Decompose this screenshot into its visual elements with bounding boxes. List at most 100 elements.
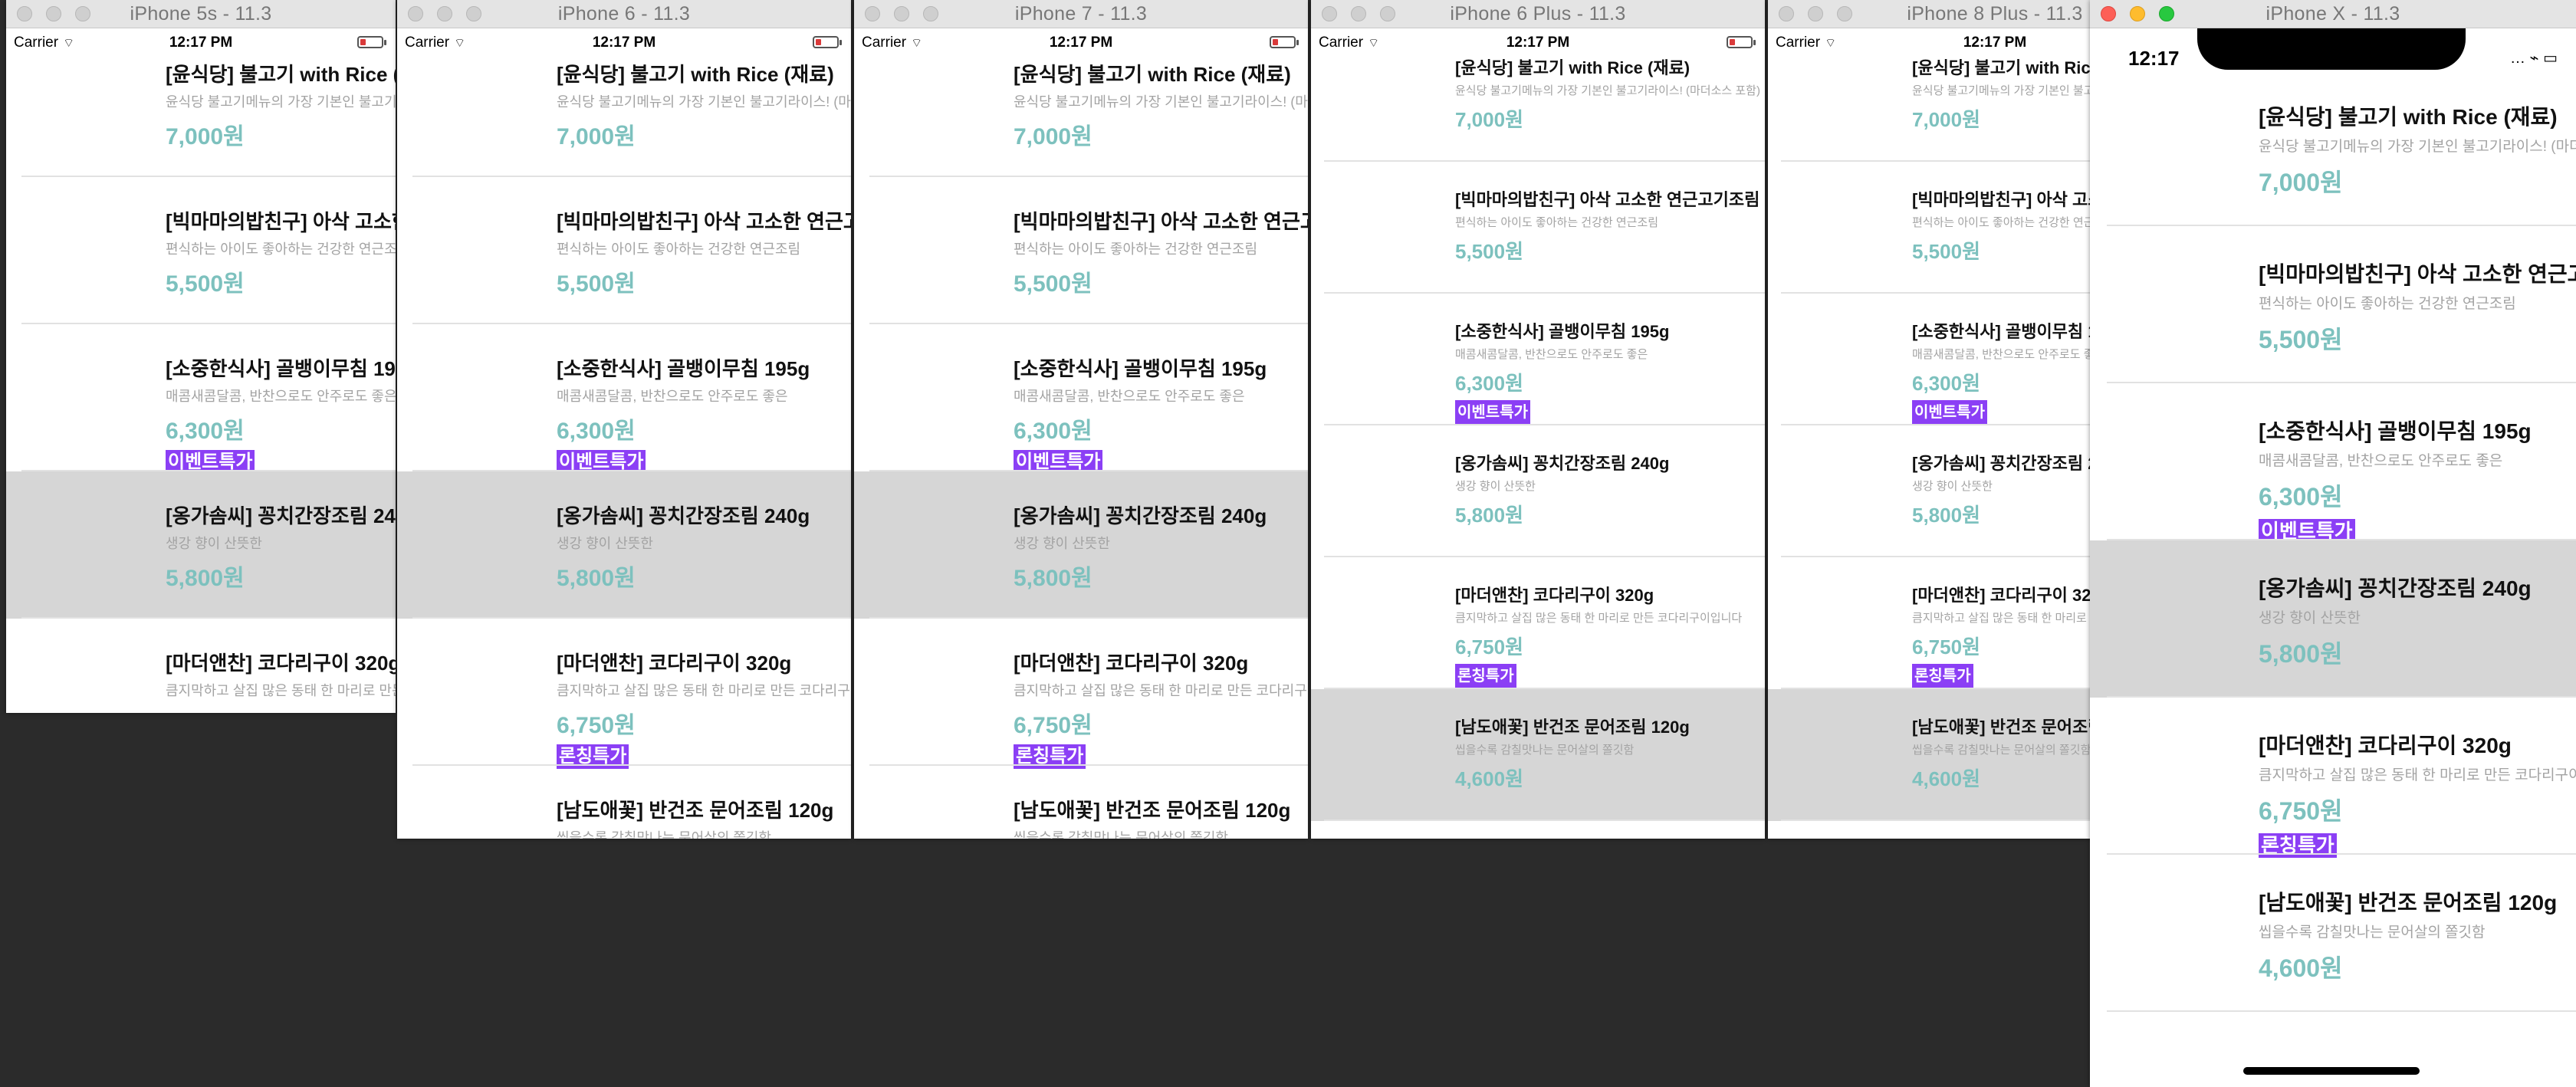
product-description: 매콤새콤달콤, 반찬으로도 안주로도 좋은	[557, 389, 788, 404]
table-row[interactable]: [윤식당] 불고기 with Rice (재료) 윤식당 불고기메뉴의 가장 기본…	[854, 30, 1308, 177]
table-row[interactable]: [윤식당] 불고기 with Rice (재료) 윤식당 불고기메뉴의 가장 기본…	[2090, 69, 2576, 226]
product-description: 씹을수록 감칠맛나는 문어살의 쫄깃함	[557, 830, 771, 839]
table-row[interactable]: [빅마마의밥친구] 아삭 고소한 연근고기조림 250g 편식하는 아이도 좋아하…	[1311, 162, 1765, 294]
product-table[interactable]: [윤식당] 불고기 with Rice (재료) 윤식당 불고기메뉴의 가장 기본…	[854, 59, 1308, 839]
table-row[interactable]: [옹가솜씨] 꽁치간장조림 240g 생강 향이 산뜻한 5,800원	[6, 471, 396, 619]
product-title: [빅마마의밥친구] 아삭 고소한 연근고기조림 250g	[166, 210, 396, 233]
table-row[interactable]: [옹가솜씨] 꽁치간장조림 240g 생강 향이 산뜻한 5,800원	[2090, 540, 2576, 698]
product-description: 매콤새콤달콤, 반찬으로도 안주로도 좋은	[1455, 348, 1648, 361]
table-row[interactable]: [소중한식사] 골뱅이무침 195g 매콤새콤달콤, 반찬으로도 안주로도 좋은 6…	[397, 324, 851, 475]
product-description: 생강 향이 산뜻한	[166, 536, 262, 551]
close-window-button[interactable]	[1779, 6, 1794, 21]
traffic-lights	[2101, 6, 2174, 21]
product-price: 6,750원	[166, 706, 245, 713]
table-row[interactable]: [마더앤찬] 코다리구이 320g 큼지막하고 살집 많은 동태 한 마리로 만든…	[397, 619, 851, 769]
product-price: 5,800원	[1912, 504, 1980, 527]
product-table[interactable]: [윤식당] 불고기 with Rice (재료) 윤식당 불고기메뉴의 가장 기본…	[397, 59, 851, 839]
table-row[interactable]: [윤식당] 불고기 with Rice (재료) 윤식당 불고기메뉴의 가장 기본…	[6, 30, 396, 177]
product-title: [윤식당] 불고기 with Rice (재료)	[166, 63, 396, 86]
product-table[interactable]: [윤식당] 불고기 with Rice (재료) 윤식당 불고기메뉴의 가장 기본…	[6, 59, 396, 713]
table-row[interactable]: [마더앤찬] 코다리구이 320g 큼지막하고 살집 많은 동태 한 마리로 만든…	[6, 619, 396, 713]
product-price: 5,800원	[557, 566, 636, 591]
window-titlebar[interactable]: iPhone 6 Plus - 11.3	[1311, 0, 1765, 28]
window-titlebar[interactable]: iPhone 6 - 11.3	[397, 0, 851, 28]
promo-badge: 이벤트특가	[1912, 400, 1987, 425]
product-price: 6,300원	[1455, 372, 1523, 395]
zoom-window-button[interactable]	[923, 6, 938, 21]
product-title: [옹가솜씨] 꽁치간장조림 240g	[1455, 454, 1670, 473]
product-title: [마더앤찬] 코다리구이 320g	[2259, 734, 2512, 757]
table-row[interactable]: [소중한식사] 골뱅이무침 195g 매콤새콤달콤, 반찬으로도 안주로도 좋은 6…	[2090, 383, 2576, 544]
simulator-window[interactable]: iPhone X - 11.3 12:17 … ⌁ ▭ [윤식당] 불고기 with …	[2090, 0, 2576, 1087]
traffic-lights	[865, 6, 938, 21]
minimize-window-button[interactable]	[894, 6, 909, 21]
minimize-window-button[interactable]	[46, 6, 61, 21]
product-description: 매콤새콤달콤, 반찬으로도 안주로도 좋은	[166, 389, 396, 404]
product-title: [소중한식사] 골뱅이무침 195g	[1014, 357, 1267, 380]
product-description: 편식하는 아이도 좋아하는 건강한 연근조림	[557, 241, 801, 257]
window-titlebar[interactable]: iPhone 7 - 11.3	[854, 0, 1308, 28]
minimize-window-button[interactable]	[2130, 6, 2145, 21]
table-row[interactable]: [빅마마의밥친구] 아삭 고소한 연근고기조림 250g 편식하는 아이도 좋아하…	[6, 177, 396, 324]
zoom-window-button[interactable]	[75, 6, 90, 21]
row-separator	[1324, 819, 1765, 821]
table-row[interactable]: [남도애꽃] 반건조 문어조림 120g씹을수록 감칠맛나는 문어살의 쫄깃함4…	[2090, 855, 2576, 1012]
table-row[interactable]: [소중한식사] 골뱅이무침 195g 매콤새콤달콤, 반찬으로도 안주로도 좋은 6…	[1311, 294, 1765, 425]
table-row[interactable]: [빅마마의밥친구] 아삭 고소한 연근고기조림 250g 편식하는 아이도 좋아하…	[854, 177, 1308, 324]
product-price: 5,500원	[2259, 326, 2343, 353]
zoom-window-button[interactable]	[1380, 6, 1395, 21]
close-window-button[interactable]	[2101, 6, 2116, 21]
product-price: 7,000원	[166, 124, 245, 149]
product-price: 5,800원	[2259, 640, 2343, 668]
table-row[interactable]: [남도애꽃] 반건조 문어조림 120g씹을수록 감칠맛나는 문어살의 쫄깃함4…	[1311, 689, 1765, 821]
window-title: iPhone X - 11.3	[2266, 2, 2400, 25]
minimize-window-button[interactable]	[1808, 6, 1823, 21]
table-row[interactable]: [남도애꽃] 반건조 문어조림 120g씹을수록 감칠맛나는 문어살의 쫄깃함4…	[854, 766, 1308, 839]
notch	[2197, 28, 2466, 70]
product-description: 큼지막하고 살집 많은 동태 한 마리로 만든 코다리구이입니다	[557, 683, 851, 698]
zoom-window-button[interactable]	[1837, 6, 1852, 21]
simulator-window[interactable]: iPhone 7 - 11.3 Carrier ⌔ 12:17 PM [윤식당] 불고기…	[854, 0, 1308, 839]
close-window-button[interactable]	[865, 6, 880, 21]
table-row[interactable]: [마더앤찬] 코다리구이 320g 큼지막하고 살집 많은 동태 한 마리로 만든…	[2090, 698, 2576, 858]
product-description: 생강 향이 산뜻한	[2259, 610, 2361, 626]
product-price: 7,000원	[1455, 108, 1523, 131]
close-window-button[interactable]	[408, 6, 423, 21]
close-window-button[interactable]	[1322, 6, 1337, 21]
product-title: [소중한식사] 골뱅이무침 195g	[166, 357, 396, 380]
product-table[interactable]: [윤식당] 불고기 with Rice (재료) 윤식당 불고기메뉴의 가장 기본…	[2090, 96, 2576, 1087]
simulator-window[interactable]: iPhone 5s - 11.3 Carrier ⌔ 12:17 PM [윤식당] 불고…	[6, 0, 396, 713]
device-screen: Carrier⌔12:17 PM[윤식당] 불고기 with Rice (재료)…	[1311, 28, 1765, 839]
table-row[interactable]: [소중한식사] 골뱅이무침 195g 매콤새콤달콤, 반찬으로도 안주로도 좋은 6…	[854, 324, 1308, 475]
table-row[interactable]: [마더앤찬] 코다리구이 320g 큼지막하고 살집 많은 동태 한 마리로 만든…	[1311, 557, 1765, 689]
table-row[interactable]: [빅마마의밥친구] 아삭 고소한 연근고기조림 250g 편식하는 아이도 좋아하…	[397, 177, 851, 324]
table-row[interactable]: [마더앤찬] 코다리구이 320g 큼지막하고 살집 많은 동태 한 마리로 만든…	[854, 619, 1308, 769]
zoom-window-button[interactable]	[466, 6, 481, 21]
zoom-window-button[interactable]	[2159, 6, 2174, 21]
table-row[interactable]: [옹가솜씨] 꽁치간장조림 240g 생강 향이 산뜻한 5,800원	[854, 471, 1308, 619]
product-price: 5,500원	[1912, 240, 1980, 263]
window-titlebar[interactable]: iPhone X - 11.3	[2090, 0, 2576, 28]
product-description: 씹을수록 감칠맛나는 문어살의 쫄깃함	[2259, 924, 2486, 941]
table-row[interactable]: [윤식당] 불고기 with Rice (재료) 윤식당 불고기메뉴의 가장 기본…	[1311, 30, 1765, 162]
product-title: [남도애꽃] 반건조 문어조림 120g	[1455, 718, 1690, 737]
table-row[interactable]: [옹가솜씨] 꽁치간장조림 240g 생강 향이 산뜻한 5,800원	[1311, 425, 1765, 557]
product-description: 생강 향이 산뜻한	[1455, 480, 1536, 493]
product-description: 씹을수록 감칠맛나는 문어살의 쫄깃함	[1455, 744, 1635, 757]
product-table[interactable]: [윤식당] 불고기 with Rice (재료) 윤식당 불고기메뉴의 가장 기본…	[1311, 58, 1765, 839]
product-price: 7,000원	[1014, 124, 1092, 149]
minimize-window-button[interactable]	[1351, 6, 1366, 21]
window-titlebar[interactable]: iPhone 5s - 11.3	[6, 0, 396, 28]
table-row[interactable]: [옹가솜씨] 꽁치간장조림 240g 생강 향이 산뜻한 5,800원	[397, 471, 851, 619]
simulator-window[interactable]: iPhone 6 - 11.3 Carrier ⌔ 12:17 PM [윤식당] 불고기…	[397, 0, 851, 839]
home-indicator[interactable]	[2243, 1067, 2420, 1075]
table-row[interactable]: [윤식당] 불고기 with Rice (재료) 윤식당 불고기메뉴의 가장 기본…	[397, 30, 851, 177]
close-window-button[interactable]	[17, 6, 32, 21]
simulator-window[interactable]: iPhone 6 Plus - 11.3 Carrier ⌔ 12:17 PM [윤식당…	[1311, 0, 1765, 839]
product-title: [빅마마의밥친구] 아삭 고소한 연근고기조림 250g	[1455, 190, 1765, 209]
table-row[interactable]: [소중한식사] 골뱅이무침 195g 매콤새콤달콤, 반찬으로도 안주로도 좋은 6…	[6, 324, 396, 475]
minimize-window-button[interactable]	[437, 6, 452, 21]
product-description: 매콤새콤달콤, 반찬으로도 안주로도 좋은	[2259, 453, 2503, 469]
table-row[interactable]: [남도애꽃] 반건조 문어조림 120g씹을수록 감칠맛나는 문어살의 쫄깃함4…	[397, 766, 851, 839]
table-row[interactable]: [빅마마의밥친구] 아삭 고소한 연근고기조림 250g 편식하는 아이도 좋아하…	[2090, 226, 2576, 383]
